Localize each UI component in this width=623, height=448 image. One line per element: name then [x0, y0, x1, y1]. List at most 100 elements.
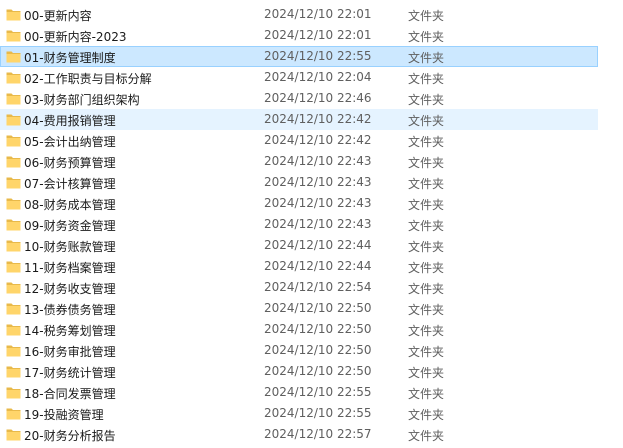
file-row[interactable]: 13-债券债务管理 2024/12/10 22:50 文件夹: [0, 298, 598, 319]
file-type: 文件夹: [408, 240, 445, 254]
folder-icon: [6, 428, 21, 441]
date-modified: 2024/12/10 22:50: [264, 364, 372, 378]
folder-icon: [6, 197, 21, 210]
folder-icon: [6, 92, 21, 105]
file-row[interactable]: 05-会计出纳管理 2024/12/10 22:42 文件夹: [0, 130, 598, 151]
date-modified: 2024/12/10 22:57: [264, 427, 372, 441]
file-row[interactable]: 02-工作职责与目标分解 2024/12/10 22:04 文件夹: [0, 67, 598, 88]
file-row[interactable]: 11-财务档案管理 2024/12/10 22:44 文件夹: [0, 256, 598, 277]
file-type: 文件夹: [408, 72, 445, 86]
file-row[interactable]: 03-财务部门组织架构 2024/12/10 22:46 文件夹: [0, 88, 598, 109]
date-modified: 2024/12/10 22:43: [264, 217, 372, 231]
date-modified: 2024/12/10 22:01: [264, 7, 372, 21]
file-name: 04-费用报销管理: [24, 114, 116, 128]
file-type: 文件夹: [408, 93, 445, 107]
folder-icon: [6, 8, 21, 21]
file-name: 00-更新内容-2023: [24, 30, 127, 44]
file-type: 文件夹: [408, 261, 445, 275]
file-name: 14-税务筹划管理: [24, 324, 116, 338]
folder-icon: [6, 71, 21, 84]
file-row[interactable]: 16-财务审批管理 2024/12/10 22:50 文件夹: [0, 340, 598, 361]
file-row[interactable]: 09-财务资金管理 2024/12/10 22:43 文件夹: [0, 214, 598, 235]
file-type: 文件夹: [408, 135, 445, 149]
file-name: 20-财务分析报告: [24, 429, 116, 443]
file-row[interactable]: 06-财务预算管理 2024/12/10 22:43 文件夹: [0, 151, 598, 172]
file-type: 文件夹: [408, 366, 445, 380]
file-name: 17-财务统计管理: [24, 366, 116, 380]
date-modified: 2024/12/10 22:55: [264, 406, 372, 420]
date-modified: 2024/12/10 22:50: [264, 343, 372, 357]
date-modified: 2024/12/10 22:55: [264, 385, 372, 399]
file-type: 文件夹: [408, 30, 445, 44]
file-name: 05-会计出纳管理: [24, 135, 116, 149]
date-modified: 2024/12/10 22:50: [264, 301, 372, 315]
date-modified: 2024/12/10 22:01: [264, 28, 372, 42]
file-row[interactable]: 07-会计核算管理 2024/12/10 22:43 文件夹: [0, 172, 598, 193]
date-modified: 2024/12/10 22:42: [264, 112, 372, 126]
file-row[interactable]: 10-财务账款管理 2024/12/10 22:44 文件夹: [0, 235, 598, 256]
file-name: 08-财务成本管理: [24, 198, 116, 212]
file-row[interactable]: 20-财务分析报告 2024/12/10 22:57 文件夹: [0, 424, 598, 445]
file-type: 文件夹: [408, 387, 445, 401]
file-name: 13-债券债务管理: [24, 303, 116, 317]
folder-icon: [6, 365, 21, 378]
file-type: 文件夹: [408, 345, 445, 359]
folder-icon: [6, 155, 21, 168]
file-name: 09-财务资金管理: [24, 219, 116, 233]
date-modified: 2024/12/10 22:44: [264, 238, 372, 252]
file-name: 19-投融资管理: [24, 408, 104, 422]
date-modified: 2024/12/10 22:44: [264, 259, 372, 273]
file-row[interactable]: 17-财务统计管理 2024/12/10 22:50 文件夹: [0, 361, 598, 382]
file-name: 07-会计核算管理: [24, 177, 116, 191]
file-row[interactable]: 19-投融资管理 2024/12/10 22:55 文件夹: [0, 403, 598, 424]
folder-icon: [6, 407, 21, 420]
date-modified: 2024/12/10 22:46: [264, 91, 372, 105]
file-name: 02-工作职责与目标分解: [24, 72, 152, 86]
file-type: 文件夹: [408, 282, 445, 296]
folder-icon: [6, 281, 21, 294]
file-type: 文件夹: [408, 429, 445, 443]
file-type: 文件夹: [408, 9, 445, 23]
date-modified: 2024/12/10 22:43: [264, 175, 372, 189]
file-type: 文件夹: [408, 303, 445, 317]
file-row[interactable]: 01-财务管理制度 2024/12/10 22:55 文件夹: [0, 46, 598, 67]
file-row[interactable]: 00-更新内容-2023 2024/12/10 22:01 文件夹: [0, 25, 598, 46]
date-modified: 2024/12/10 22:55: [264, 49, 372, 63]
file-row[interactable]: 00-更新内容 2024/12/10 22:01 文件夹: [0, 4, 598, 25]
folder-icon: [6, 134, 21, 147]
file-name: 03-财务部门组织架构: [24, 93, 140, 107]
file-row[interactable]: 04-费用报销管理 2024/12/10 22:42 文件夹: [0, 109, 598, 130]
file-type: 文件夹: [408, 408, 445, 422]
folder-icon: [6, 302, 21, 315]
file-type: 文件夹: [408, 156, 445, 170]
file-row[interactable]: 14-税务筹划管理 2024/12/10 22:50 文件夹: [0, 319, 598, 340]
date-modified: 2024/12/10 22:50: [264, 322, 372, 336]
date-modified: 2024/12/10 22:43: [264, 196, 372, 210]
date-modified: 2024/12/10 22:42: [264, 133, 372, 147]
folder-icon: [6, 50, 21, 63]
file-row[interactable]: 08-财务成本管理 2024/12/10 22:43 文件夹: [0, 193, 598, 214]
file-type: 文件夹: [408, 219, 445, 233]
folder-icon: [6, 176, 21, 189]
date-modified: 2024/12/10 22:04: [264, 70, 372, 84]
folder-icon: [6, 239, 21, 252]
file-name: 00-更新内容: [24, 9, 92, 23]
file-type: 文件夹: [408, 324, 445, 338]
folder-icon: [6, 386, 21, 399]
file-type: 文件夹: [408, 177, 445, 191]
file-type: 文件夹: [408, 198, 445, 212]
file-name: 18-合同发票管理: [24, 387, 116, 401]
file-name: 12-财务收支管理: [24, 282, 116, 296]
file-type: 文件夹: [408, 51, 445, 65]
file-name: 10-财务账款管理: [24, 240, 116, 254]
file-name: 16-财务审批管理: [24, 345, 116, 359]
folder-icon: [6, 29, 21, 42]
file-name: 06-财务预算管理: [24, 156, 116, 170]
folder-icon: [6, 344, 21, 357]
file-row[interactable]: 12-财务收支管理 2024/12/10 22:54 文件夹: [0, 277, 598, 298]
file-list: 00-更新内容 2024/12/10 22:01 文件夹 00-更新内容-2023 20…: [0, 4, 623, 445]
file-row[interactable]: 18-合同发票管理 2024/12/10 22:55 文件夹: [0, 382, 598, 403]
file-name: 11-财务档案管理: [24, 261, 116, 275]
date-modified: 2024/12/10 22:54: [264, 280, 372, 294]
folder-icon: [6, 323, 21, 336]
